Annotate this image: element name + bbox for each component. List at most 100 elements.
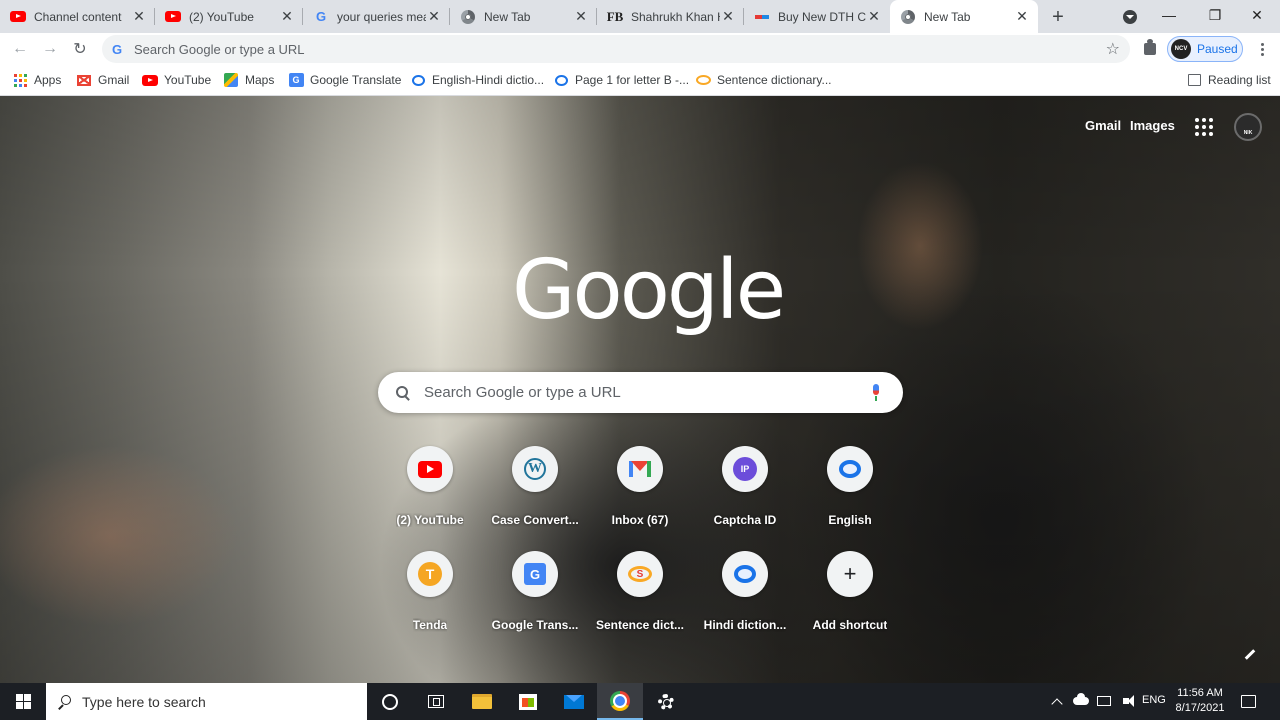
youtube-icon	[165, 9, 181, 25]
tenda-icon: T	[407, 551, 453, 597]
profile-button[interactable]: NCV Paused	[1167, 36, 1243, 62]
tab-new-tab-active[interactable]: New Tab ✕	[890, 0, 1038, 33]
speech-bubble-icon	[553, 72, 569, 88]
bookmark-english-hindi[interactable]: English-Hindi dictio...	[410, 71, 544, 89]
folder-icon	[472, 694, 492, 709]
shortcut-english[interactable]: English	[794, 445, 906, 545]
tab-youtube[interactable]: (2) YouTube ✕	[155, 0, 303, 33]
shortcut-case-converter[interactable]: W Case Convert...	[479, 445, 591, 545]
bookmark-gmail[interactable]: Gmail	[76, 71, 129, 89]
clock-date: 8/17/2021	[1175, 702, 1225, 714]
show-hidden-icons-button[interactable]	[1051, 693, 1063, 710]
close-tab-icon[interactable]: ✕	[131, 8, 147, 25]
shortcut-tenda[interactable]: T Tenda	[374, 550, 486, 650]
onedrive-icon[interactable]	[1072, 693, 1090, 709]
bookmark-star-icon[interactable]: ☆	[1106, 39, 1120, 59]
file-explorer-button[interactable]	[459, 683, 505, 720]
ntp-search-box[interactable]: Search Google or type a URL	[378, 372, 903, 413]
reload-button[interactable]: ↻	[68, 37, 92, 61]
shortcut-label: Case Convert...	[491, 513, 579, 527]
taskbar-search-box[interactable]: Type here to search	[46, 683, 367, 720]
close-tab-icon[interactable]: ✕	[720, 8, 736, 25]
clock-time: 11:56 AM	[1177, 687, 1223, 699]
account-avatar[interactable]: NIK	[1234, 113, 1262, 141]
search-placeholder: Search Google or type a URL	[424, 384, 621, 401]
profile-status: Paused	[1197, 42, 1238, 56]
forward-button[interactable]: →	[38, 37, 62, 61]
volume-icon[interactable]	[1117, 693, 1135, 709]
shortcut-label: Tenda	[412, 618, 448, 632]
new-tab-page: Gmail Images NIK Google Search Google or…	[0, 96, 1280, 683]
close-tab-icon[interactable]: ✕	[426, 8, 442, 25]
speech-bubble-icon	[410, 72, 426, 88]
add-shortcut-button[interactable]: + Add shortcut	[794, 550, 906, 650]
extensions-button[interactable]	[1140, 39, 1160, 59]
reading-list-button[interactable]: Reading list	[1186, 71, 1271, 89]
tab-shahrukh-khan[interactable]: FB Shahrukh Khan H ✕	[597, 0, 744, 33]
shortcut-label: (2) YouTube	[396, 513, 464, 527]
tab-search-button[interactable]	[1120, 7, 1140, 27]
speech-bubble-icon	[827, 446, 873, 492]
task-view-button[interactable]	[413, 683, 459, 720]
bookmark-sentence-dictionary[interactable]: Sentence dictionary...	[695, 71, 832, 89]
bookmark-label: Maps	[245, 73, 275, 87]
shortcut-label: English	[828, 513, 872, 527]
new-tab-button[interactable]: +	[1046, 5, 1070, 29]
network-icon[interactable]	[1096, 693, 1112, 709]
bookmark-page-1-letter-b[interactable]: Page 1 for letter B -...	[553, 71, 689, 89]
store-button[interactable]	[505, 683, 551, 720]
address-bar[interactable]: G Search Google or type a URL ☆	[102, 35, 1130, 63]
gmail-link[interactable]: Gmail	[1085, 118, 1121, 133]
windows-logo-icon	[15, 694, 31, 709]
shortcut-google-translate[interactable]: G Google Trans...	[479, 550, 591, 650]
settings-button[interactable]	[643, 683, 689, 720]
minimize-button[interactable]: —	[1146, 0, 1192, 30]
shortcut-label: Sentence dict...	[595, 618, 685, 632]
tab-channel-content[interactable]: Channel content ✕	[0, 0, 155, 33]
start-button[interactable]	[0, 683, 46, 720]
google-translate-icon: G	[288, 72, 304, 88]
mail-button[interactable]	[551, 683, 597, 720]
tab-title: New Tab	[924, 9, 971, 24]
bookmark-apps[interactable]: Apps	[12, 71, 61, 89]
tab-buy-new-dth[interactable]: Buy New DTH Co ✕	[744, 0, 890, 33]
fb-icon: FB	[606, 8, 624, 24]
tab-new-tab[interactable]: New Tab ✕	[450, 0, 597, 33]
bookmark-maps[interactable]: Maps	[223, 71, 274, 89]
gear-icon	[658, 693, 674, 710]
ip-icon: IP	[722, 446, 768, 492]
google-apps-icon[interactable]	[1195, 118, 1213, 136]
tab-strip: Channel content ✕ (2) YouTube ✕ G your q…	[0, 0, 1280, 33]
bookmark-youtube[interactable]: YouTube	[142, 71, 211, 89]
shortcut-captcha-id[interactable]: IP Captcha ID	[689, 445, 801, 545]
shortcut-hindi-dictionary[interactable]: Hindi diction...	[689, 550, 801, 650]
maximize-button[interactable]: ❐	[1192, 0, 1238, 30]
close-window-button[interactable]: ✕	[1234, 0, 1280, 30]
bookmark-google-translate[interactable]: G Google Translate	[288, 71, 401, 89]
tab-title: New Tab	[484, 9, 531, 24]
tab-your-queries[interactable]: G your queries mea ✕	[303, 0, 450, 33]
puzzle-icon	[1144, 39, 1156, 55]
back-button[interactable]: ←	[8, 37, 32, 61]
shortcut-label: Google Trans...	[491, 618, 579, 632]
windows-taskbar: Type here to search ENG 11:56 AM 8/17/20…	[0, 683, 1280, 720]
close-tab-icon[interactable]: ✕	[279, 8, 295, 25]
microphone-icon[interactable]	[871, 384, 881, 401]
shortcut-inbox[interactable]: Inbox (67)	[584, 445, 696, 545]
google-icon: G	[112, 41, 123, 57]
chrome-taskbar-button[interactable]	[597, 683, 643, 720]
cortana-button[interactable]	[367, 683, 413, 720]
input-language[interactable]: ENG	[1142, 694, 1166, 706]
customize-pencil-icon[interactable]	[1240, 644, 1260, 664]
images-link[interactable]: Images	[1130, 118, 1175, 133]
close-tab-icon[interactable]: ✕	[573, 8, 589, 25]
cortana-icon	[382, 693, 398, 710]
chrome-icon	[610, 690, 630, 711]
close-tab-icon[interactable]: ✕	[866, 8, 882, 25]
shortcut-youtube[interactable]: (2) YouTube	[374, 445, 486, 545]
shortcut-sentence-dictionary[interactable]: S Sentence dict...	[584, 550, 696, 650]
close-tab-icon[interactable]: ✕	[1014, 8, 1030, 25]
action-center-button[interactable]	[1238, 691, 1258, 711]
system-clock[interactable]: 11:56 AM 8/17/2021	[1170, 686, 1230, 716]
chrome-menu-button[interactable]	[1252, 39, 1272, 59]
